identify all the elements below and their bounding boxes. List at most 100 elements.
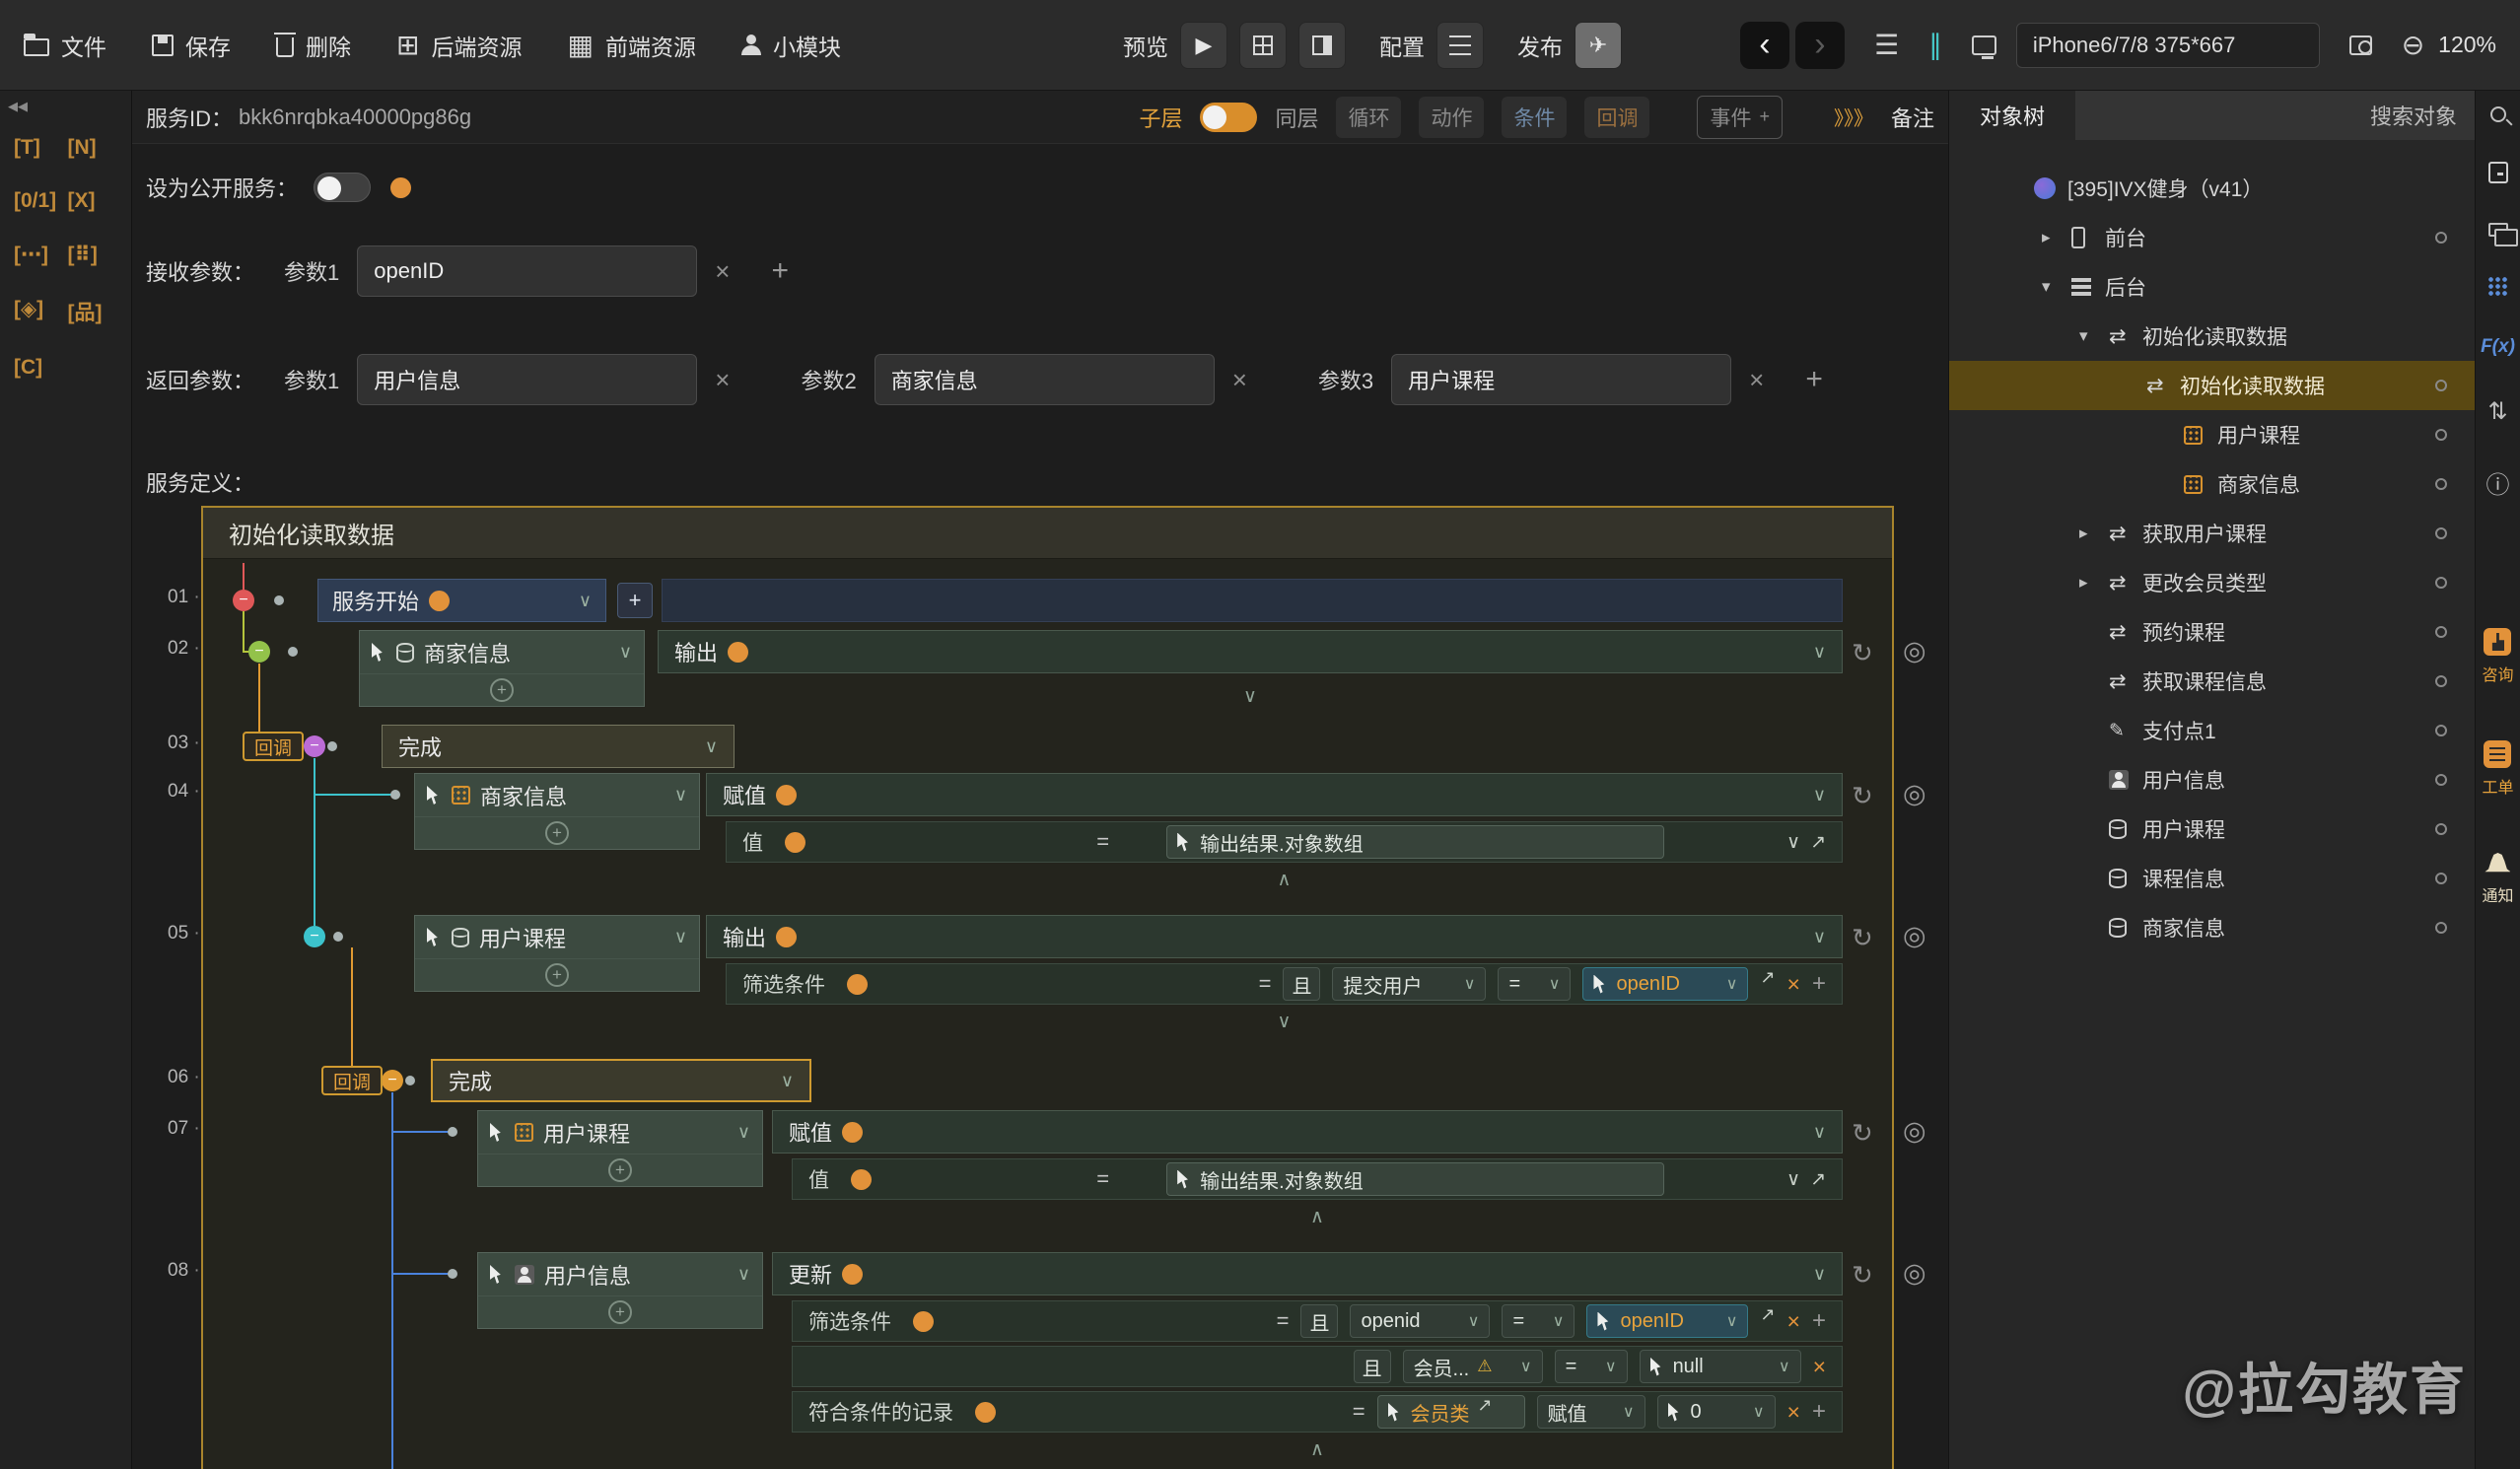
action-assign[interactable]: 赋值 [772,1110,1843,1154]
add-condition-icon[interactable] [1812,1398,1826,1426]
object-block-user-course[interactable]: 用户课程 [477,1110,763,1187]
visibility-circle[interactable] [2435,725,2447,736]
callback-complete-block[interactable]: 完成 [382,725,735,768]
external-link-icon[interactable] [1760,967,1775,988]
tree-item[interactable]: [395]IVX健身（v41） [1949,164,2475,213]
monitor-icon[interactable] [1972,35,1996,55]
sublayer-label[interactable]: 子层 [1139,102,1182,133]
external-link-icon[interactable] [1810,1168,1826,1191]
value-select[interactable]: 输出结果.对象数组 [1166,825,1664,859]
assign-select[interactable]: 赋值 [1537,1395,1645,1429]
callback-complete-block-selected[interactable]: 完成 [431,1059,811,1102]
zoom-out-icon[interactable] [2402,29,2424,61]
camera-icon[interactable] [2349,35,2372,55]
collapse-node-purple[interactable] [304,735,325,757]
chevron-down-icon[interactable] [674,785,687,805]
function-icon[interactable]: F(x) [2481,336,2515,358]
help-icon[interactable] [913,1311,934,1332]
visibility-circle[interactable] [2435,527,2447,539]
caret-icon[interactable] [2079,524,2109,543]
component-expression[interactable]: [X] [68,189,122,213]
and-operator[interactable]: 且 [1283,967,1320,1001]
refresh-icon[interactable] [1852,638,1873,668]
save-button[interactable]: 保存 [152,29,231,62]
action-output[interactable]: 输出 [658,630,1843,673]
component-object-array[interactable]: [品] [68,297,122,326]
forward-button[interactable] [1795,22,1845,69]
chevron-down-icon[interactable] [705,736,718,757]
public-service-toggle[interactable] [314,173,371,202]
chevron-down-icon[interactable] [1813,642,1826,663]
component-object[interactable]: [◈] [14,297,68,326]
remove-condition-icon[interactable] [1787,1399,1800,1426]
field-select[interactable]: openid [1350,1304,1490,1338]
loop-tool[interactable]: 循环 [1336,97,1401,138]
tree-item[interactable]: 后台 [1949,262,2475,312]
tree-item[interactable]: 初始化读取数据 [1949,361,2475,410]
preview-play-button[interactable] [1180,22,1227,69]
operator-select[interactable]: = [1498,967,1571,1001]
value-select[interactable]: openID [1586,1304,1748,1338]
chevron-down-icon[interactable] [737,1122,750,1143]
remove-param-icon[interactable] [715,256,730,287]
component-boolean[interactable]: [0/1] [14,189,68,213]
chevron-down-icon[interactable] [674,927,687,947]
layer-mode-toggle[interactable] [1200,103,1257,132]
collapse-node-orange[interactable] [382,1070,403,1091]
help-icon[interactable] [776,785,797,805]
note-arrows-icon[interactable]: 》》》 [1834,103,1873,131]
tree-item[interactable]: 更改会员类型 [1949,558,2475,607]
component-number[interactable]: [N] [68,136,122,160]
return-param3-input[interactable]: 用户课程 [1391,354,1731,405]
components-icon[interactable] [2488,223,2508,237]
preview-split-button[interactable] [1298,22,1346,69]
visibility-circle[interactable] [2435,774,2447,786]
field-select[interactable]: 提交用户 [1332,967,1486,1001]
small-modules-button[interactable]: 小模块 [741,29,841,62]
add-condition-icon[interactable] [1812,970,1826,998]
help-icon[interactable] [842,1264,863,1285]
tree-item[interactable]: 获取用户课程 [1949,509,2475,558]
operator-select[interactable]: = [1555,1350,1628,1383]
remove-param-icon[interactable] [1232,365,1247,395]
return-param1-input[interactable]: 用户信息 [357,354,697,405]
device-selector[interactable]: iPhone6/7/8 375*667 [2016,23,2320,68]
consult-button[interactable]: 咨询 [2482,628,2513,685]
object-block-merchant-info[interactable]: 商家信息 [414,773,700,850]
external-link-icon[interactable] [1810,831,1826,854]
search-objects-input[interactable]: 搜索对象 [2370,100,2475,131]
return-param2-input[interactable]: 商家信息 [875,354,1215,405]
component-text[interactable]: [T] [14,136,68,160]
preview-mode-button[interactable] [1239,22,1287,69]
notification-button[interactable]: 通知 [2482,853,2513,906]
tree-item[interactable]: 支付点1 [1949,706,2475,755]
back-button[interactable] [1740,22,1789,69]
tree-item[interactable]: 前台 [1949,213,2475,262]
refresh-icon[interactable] [1852,781,1873,811]
search-icon[interactable] [2490,106,2506,122]
add-action-button[interactable] [478,1154,762,1186]
chevron-down-icon[interactable] [737,1264,750,1285]
collapse-node-teal[interactable] [304,926,325,947]
publish-button[interactable] [1575,22,1622,69]
visibility-circle[interactable] [2435,626,2447,638]
add-action-button[interactable] [478,1295,762,1328]
and-operator[interactable]: 且 [1300,1304,1338,1338]
target-icon[interactable] [1903,636,1926,666]
add-block-button[interactable] [617,583,653,618]
component-array[interactable]: [⋯] [14,243,68,267]
visibility-circle[interactable] [2435,873,2447,884]
help-icon[interactable] [842,1122,863,1143]
action-output[interactable]: 输出 [706,915,1843,958]
chevron-down-icon[interactable] [1786,831,1800,854]
remove-condition-icon[interactable] [1787,971,1800,998]
panel-toggle-icon[interactable] [2488,162,2508,183]
field-select[interactable]: 会员... [1403,1350,1543,1383]
swap-icon[interactable] [2487,397,2507,426]
help-icon[interactable] [847,974,868,995]
remove-param-icon[interactable] [715,365,730,395]
add-return-param-button[interactable] [1805,363,1823,396]
caret-icon[interactable] [2042,228,2071,247]
remove-condition-icon[interactable] [1787,1308,1800,1335]
info-icon[interactable] [2486,465,2510,500]
